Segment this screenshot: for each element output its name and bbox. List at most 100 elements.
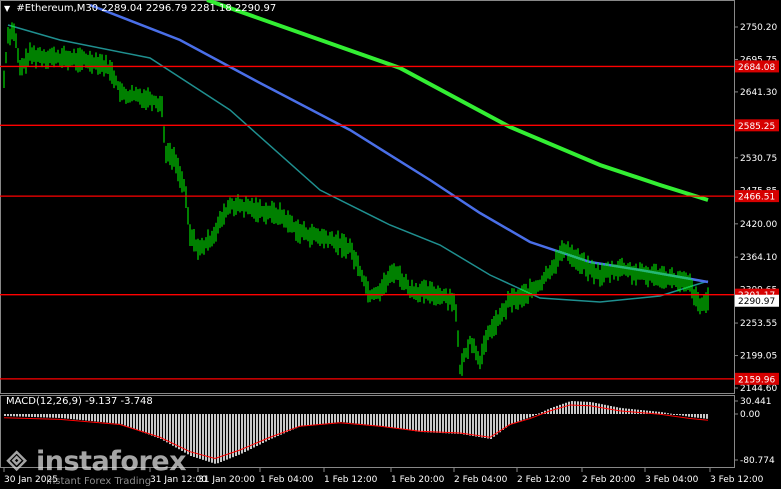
macd-bar xyxy=(592,402,594,414)
macd-bar xyxy=(241,414,243,454)
time-label: 3 Feb 12:00 xyxy=(710,475,764,485)
macd-bar xyxy=(232,414,234,458)
macd-bar xyxy=(574,401,576,414)
macd-bar xyxy=(40,414,42,418)
macd-bar xyxy=(478,414,480,437)
macd-bar xyxy=(373,414,375,426)
macd-bar xyxy=(694,414,696,418)
macd-bar xyxy=(421,414,423,433)
macd-bar xyxy=(310,414,312,425)
macd-bar xyxy=(76,414,78,420)
macd-bar xyxy=(604,404,606,414)
macd-bar xyxy=(31,414,33,417)
macd-bar xyxy=(19,414,21,417)
macd-bar xyxy=(475,414,477,437)
macd-bar xyxy=(295,414,297,429)
macd-bar xyxy=(688,414,690,417)
macd-bar xyxy=(259,414,261,445)
macd-bar xyxy=(100,414,102,422)
macd-bar xyxy=(172,414,174,446)
symbol-label: #Ethereum,M30 xyxy=(16,3,99,14)
macd-bar xyxy=(316,414,318,425)
macd-bar xyxy=(553,406,555,414)
level-tag-label: 2159.96 xyxy=(738,375,775,385)
dropdown-triangle-icon[interactable]: ▼ xyxy=(4,4,10,13)
macd-bar xyxy=(124,414,126,426)
macd-bar xyxy=(58,414,60,418)
macd-bar xyxy=(127,414,129,427)
macd-bar xyxy=(178,414,180,450)
macd-bar xyxy=(70,414,72,419)
macd-bar xyxy=(343,414,345,423)
macd-bar xyxy=(199,414,201,459)
macd-bar xyxy=(25,414,27,417)
macd-bar xyxy=(328,414,330,424)
macd-bar xyxy=(319,414,321,425)
macd-bar xyxy=(148,414,150,435)
macd-bar xyxy=(661,412,663,414)
price-tick-label: 2364.10 xyxy=(740,253,777,263)
macd-bar xyxy=(454,414,456,434)
macd-bar xyxy=(610,406,612,414)
macd-bar xyxy=(394,414,396,429)
macd-bar xyxy=(358,414,360,424)
macd-bar xyxy=(292,414,294,430)
macd-bar xyxy=(103,414,105,423)
ma-slow-line xyxy=(206,0,709,202)
macd-bar xyxy=(562,403,564,414)
macd-bar xyxy=(586,401,588,414)
macd-bar xyxy=(679,414,681,416)
macd-bar xyxy=(313,414,315,425)
macd-bar xyxy=(697,414,699,418)
macd-bar xyxy=(577,401,579,414)
macd-bar xyxy=(601,404,603,414)
macd-bar xyxy=(448,414,450,434)
macd-bar xyxy=(229,414,231,459)
macd-bar xyxy=(535,414,537,415)
macd-bar xyxy=(685,414,687,417)
macd-bar xyxy=(367,414,369,425)
macd-bar xyxy=(145,414,147,434)
macd-bar xyxy=(517,414,519,422)
macd-bar xyxy=(559,404,561,414)
macd-bar xyxy=(349,414,351,423)
macd-bar xyxy=(169,414,171,445)
macd-bar xyxy=(106,414,108,423)
macd-bar xyxy=(568,401,570,414)
macd-bar xyxy=(271,414,273,439)
macd-bar xyxy=(664,412,666,414)
macd-bar xyxy=(397,414,399,429)
macd-bar xyxy=(442,414,444,434)
macd-bar xyxy=(511,414,513,424)
macd-bar xyxy=(238,414,240,455)
macd-bar xyxy=(589,401,591,414)
macd-bar xyxy=(256,414,258,446)
macd-bar xyxy=(412,414,414,431)
macd-bar xyxy=(37,414,39,418)
main-pane-border xyxy=(0,0,735,394)
macd-bar xyxy=(565,402,567,414)
chart-canvas[interactable]: 2750.202695.752641.302585.802530.752475.… xyxy=(0,0,781,489)
macd-bar xyxy=(700,414,702,419)
macd-bar xyxy=(427,414,429,433)
macd-bar xyxy=(265,414,267,442)
time-label: 31 Jan 20:00 xyxy=(198,475,255,485)
macd-bar xyxy=(424,414,426,433)
macd-bar xyxy=(61,414,63,419)
macd-bar xyxy=(79,414,81,420)
macd-bar xyxy=(595,403,597,414)
macd-bar xyxy=(403,414,405,430)
macd-bar xyxy=(361,414,363,425)
macd-bar xyxy=(469,414,471,436)
macd-bar xyxy=(307,414,309,426)
macd-tick-label: 0.00 xyxy=(740,410,760,420)
time-label: 3 Feb 04:00 xyxy=(645,475,699,485)
macd-bar xyxy=(196,414,198,458)
price-tick-label: 2253.55 xyxy=(740,319,777,329)
logo-tagline: Instant Forex Trading xyxy=(46,476,152,487)
macd-bar xyxy=(298,414,300,427)
macd-bar xyxy=(526,414,528,419)
chart-header: ▼ #Ethereum,M30 2289.04 2296.79 2281.18 … xyxy=(4,3,276,14)
macd-bar xyxy=(88,414,90,421)
macd-bar xyxy=(253,414,255,448)
